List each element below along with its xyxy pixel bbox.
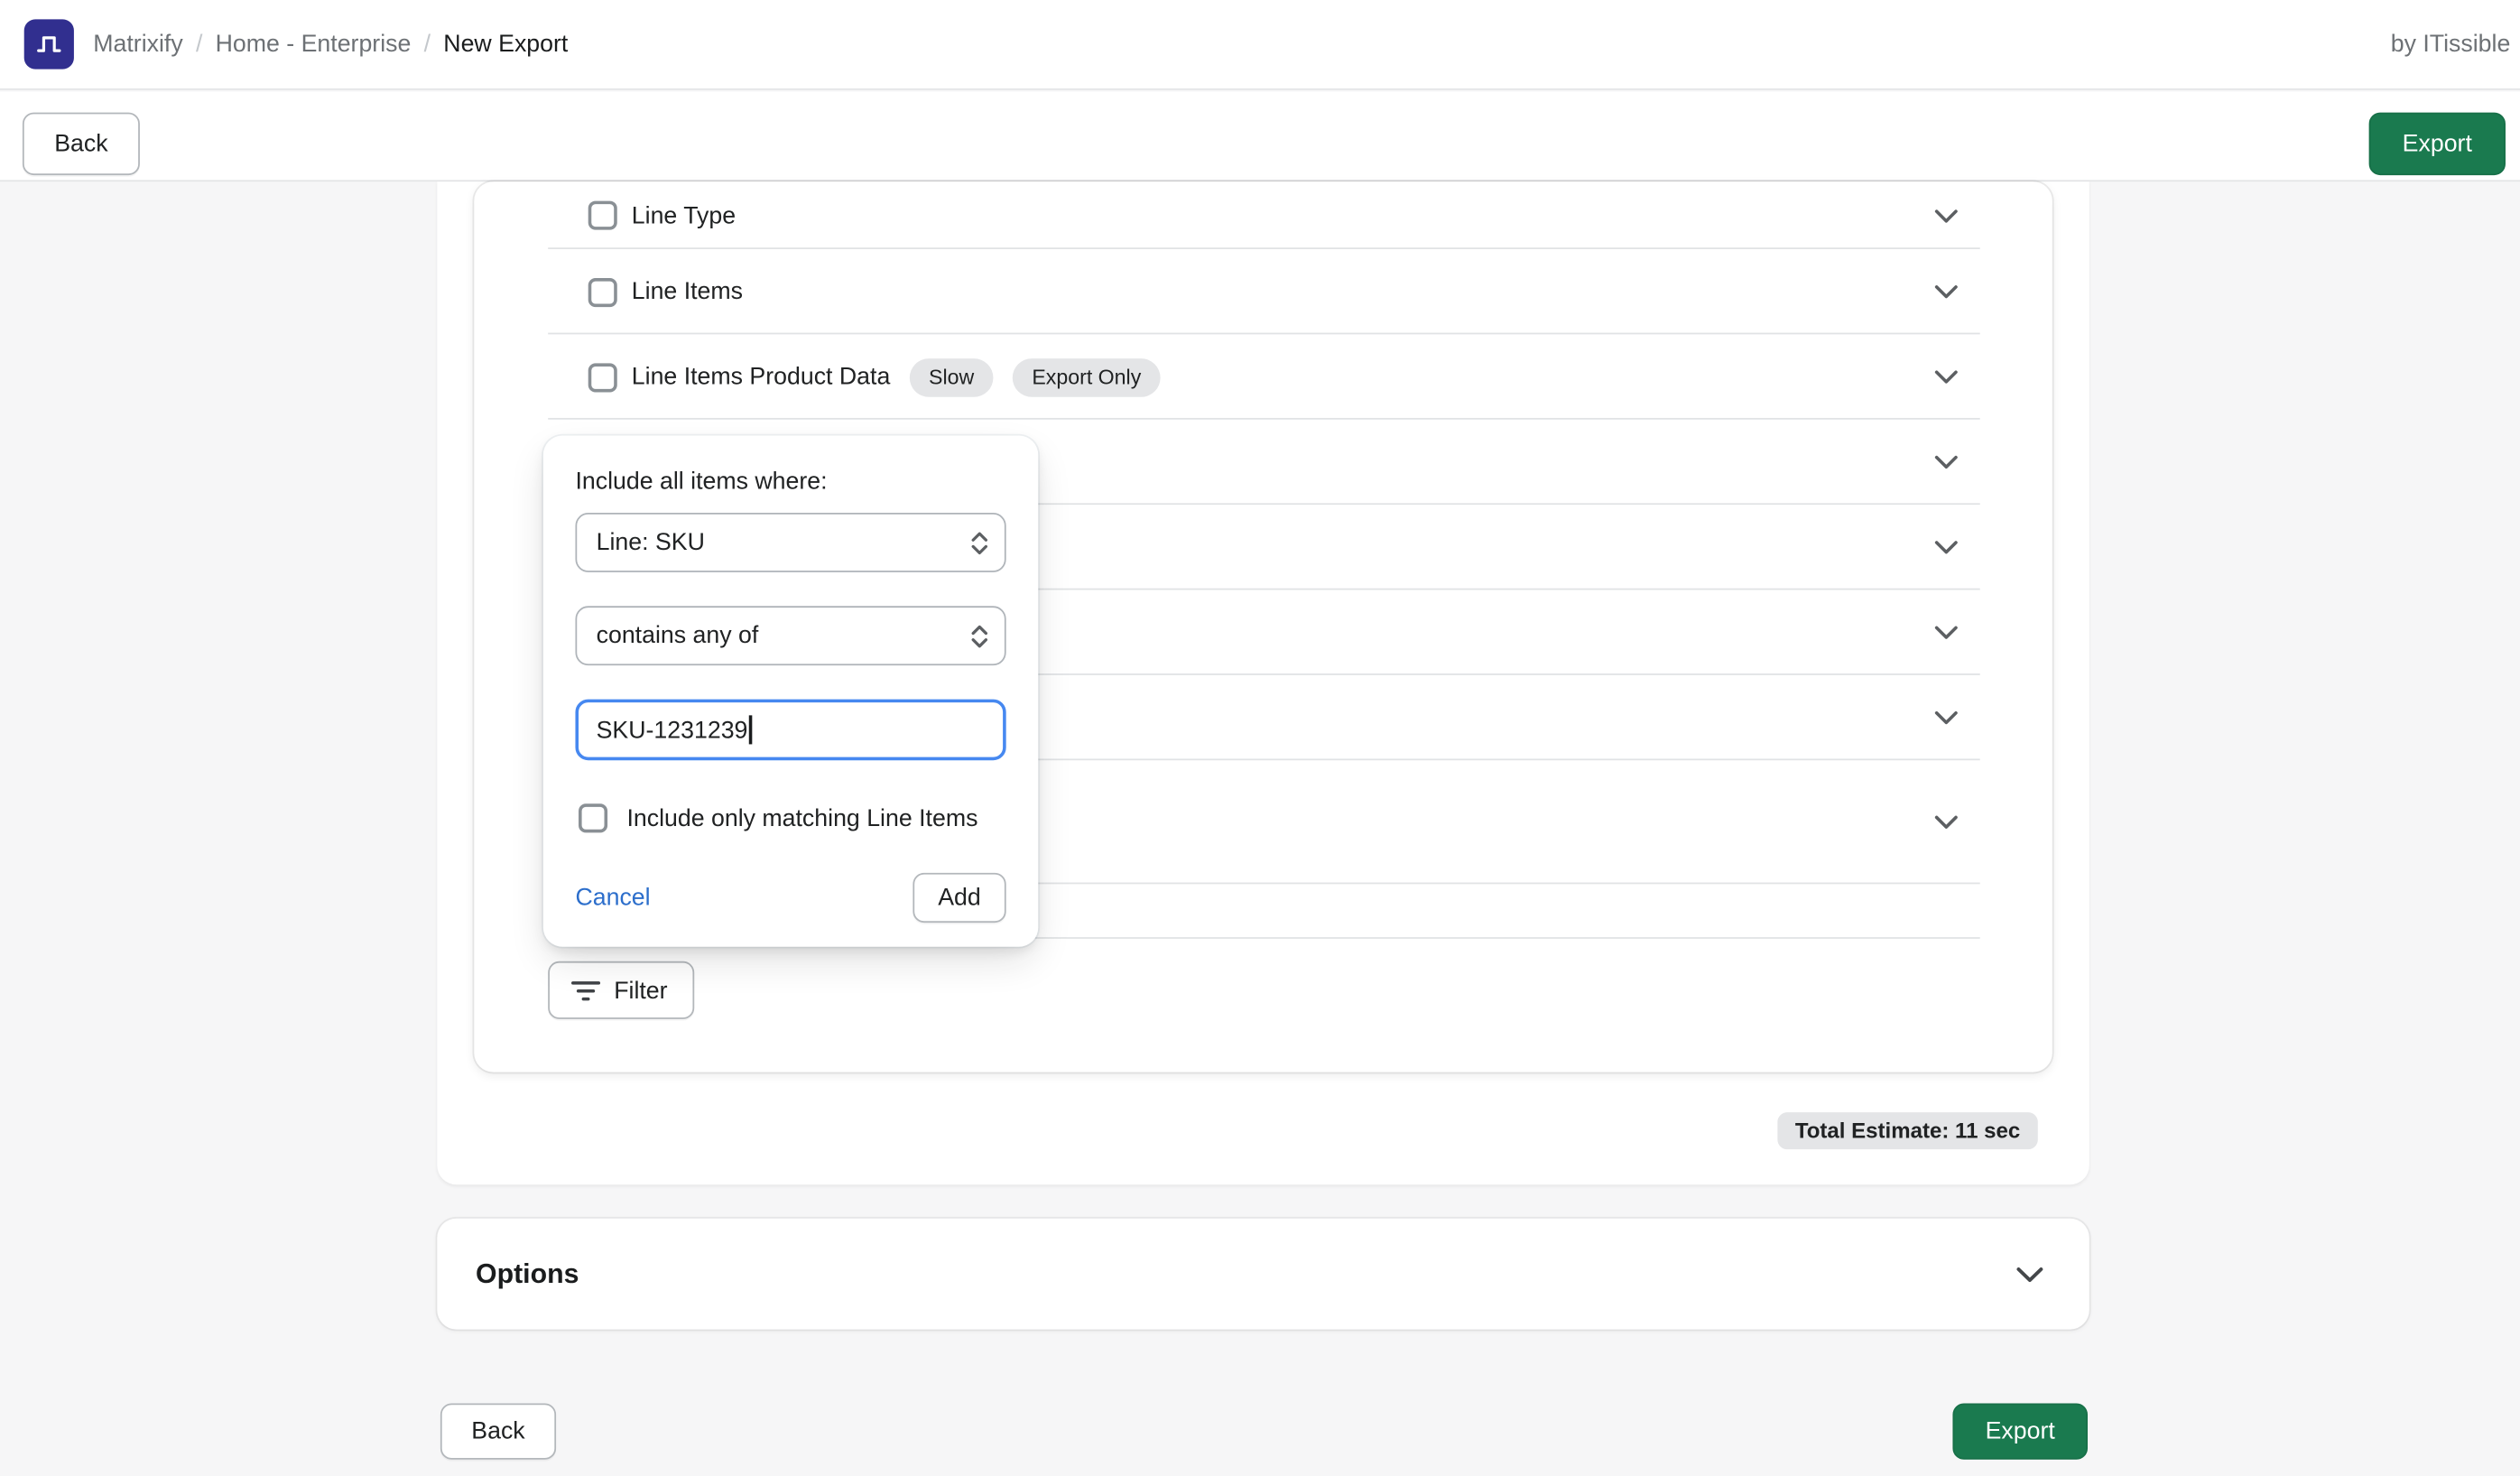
export-main-panel: Line Type Line Items Line Items Product …: [437, 181, 2089, 1184]
screen: Matrixify / Home - Enterprise / New Expo…: [0, 0, 2520, 1476]
options-title: Options: [476, 1258, 579, 1290]
chevron-down-icon[interactable]: [2015, 1266, 2044, 1282]
matching-line-items-checkbox[interactable]: [579, 803, 607, 832]
chevron-down-icon[interactable]: [1933, 815, 1959, 830]
action-toolbar: Back Export: [0, 91, 2520, 181]
cancel-link[interactable]: Cancel: [575, 884, 650, 911]
filter-button[interactable]: Filter: [548, 961, 695, 1019]
breadcrumb: Matrixify / Home - Enterprise / New Expo…: [93, 31, 568, 58]
field-row-label: Line Type: [632, 201, 736, 228]
field-select-value: Line: SKU: [597, 529, 705, 556]
matching-line-items-row[interactable]: Include only matching Line Items: [575, 803, 1005, 835]
field-row-label: Line Items Product Data: [632, 363, 891, 390]
filter-area: Filter: [474, 939, 2052, 1072]
filter-icon: [570, 979, 601, 1003]
breadcrumb-separator: /: [424, 31, 431, 58]
filter-value-input[interactable]: SKU-1231239: [575, 700, 1005, 761]
chevron-down-icon[interactable]: [1933, 710, 1959, 725]
line-items-checkbox[interactable]: [588, 277, 617, 306]
footer-back-button[interactable]: Back: [440, 1403, 556, 1459]
total-estimate-badge: Total Estimate: 11 sec: [1777, 1112, 2038, 1149]
app-header: Matrixify / Home - Enterprise / New Expo…: [0, 0, 2520, 90]
popover-footer: Cancel Add: [575, 873, 1005, 923]
chevron-down-icon[interactable]: [1933, 284, 1959, 299]
chevron-down-icon[interactable]: [1933, 209, 1959, 223]
add-button[interactable]: Add: [913, 873, 1005, 923]
condition-select-value: contains any of: [597, 622, 759, 649]
breadcrumb-app[interactable]: Matrixify: [93, 31, 182, 58]
chevron-down-icon[interactable]: [1933, 626, 1959, 640]
text-cursor: [749, 715, 752, 744]
field-row-line-type[interactable]: Line Type: [474, 181, 2052, 249]
filter-popover: Include all items where: Line: SKU conta…: [543, 436, 1038, 947]
breadcrumb-current-page: New Export: [443, 31, 568, 58]
chevron-down-icon[interactable]: [1933, 370, 1959, 385]
slow-badge: Slow: [910, 357, 994, 396]
line-items-product-data-checkbox[interactable]: [588, 363, 617, 392]
select-caret-icon: [970, 530, 988, 555]
field-row-line-items-product-data[interactable]: Line Items Product Data Slow Export Only: [474, 334, 2052, 419]
pulse-logo-icon: [33, 29, 64, 60]
chevron-down-icon[interactable]: [1933, 540, 1959, 554]
field-row-line-items[interactable]: Line Items: [474, 249, 2052, 334]
back-button[interactable]: Back: [23, 113, 140, 175]
breadcrumb-separator: /: [196, 31, 202, 58]
export-button[interactable]: Export: [2369, 113, 2506, 175]
breadcrumb-section[interactable]: Home - Enterprise: [216, 31, 412, 58]
footer-export-button[interactable]: Export: [1952, 1403, 2088, 1459]
popover-title: Include all items where:: [575, 468, 1005, 497]
chevron-down-icon[interactable]: [1933, 455, 1959, 469]
byline: by ITissible: [2391, 31, 2511, 58]
export-only-badge: Export Only: [1013, 357, 1161, 396]
matrixify-logo[interactable]: [24, 19, 74, 69]
matching-line-items-label: Include only matching Line Items: [626, 804, 977, 831]
options-section[interactable]: Options: [437, 1219, 2089, 1330]
filter-button-label: Filter: [614, 977, 667, 1004]
filter-value-text: SKU-1231239: [597, 716, 748, 743]
field-row-label: Line Items: [632, 278, 743, 305]
condition-select[interactable]: contains any of: [575, 606, 1005, 665]
select-caret-icon: [970, 623, 988, 648]
line-type-checkbox[interactable]: [588, 201, 617, 230]
field-select[interactable]: Line: SKU: [575, 513, 1005, 572]
